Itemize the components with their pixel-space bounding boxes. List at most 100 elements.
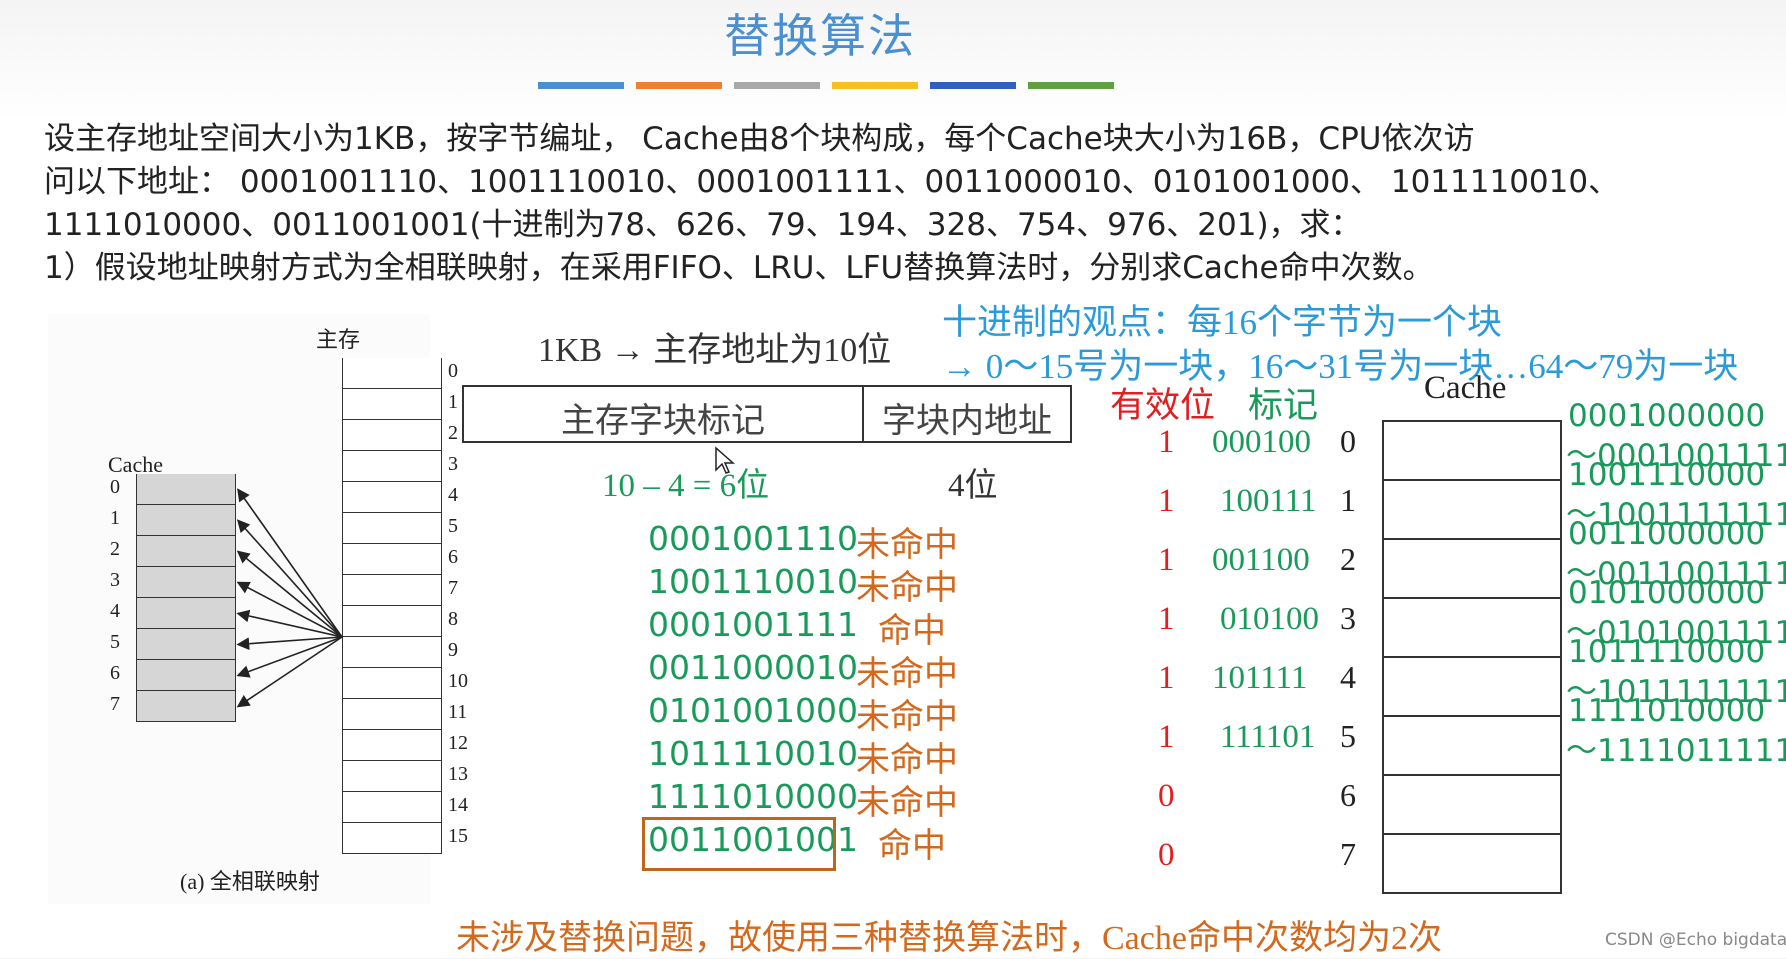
cache-valid-bit: 0 [1158,837,1175,873]
last-address-highlight [642,817,836,871]
cache-tag: 111101 [1220,719,1316,755]
cache-valid-bit: 1 [1158,542,1175,578]
tag-header: 标记 [1248,386,1319,425]
problem-line-3: 1111010000、0011001001(十进制为78、626、79、194、… [44,207,1362,243]
sequence-address: 1111010000 [648,777,858,816]
cache-valid-bit: 0 [1158,778,1175,814]
main-memory-block-number: 12 [448,732,468,754]
sequence-result: 未命中 [856,742,958,779]
mapping-arrow [236,581,343,638]
main-memory-block-number: 13 [448,763,468,785]
field-offset: 字块内地址 [882,403,1052,440]
conclusion: 未涉及替换问题，故使用三种替换算法时，Cache命中次数均为2次 [456,920,1442,957]
cache-title: Cache [1424,370,1507,406]
main-memory-block-number: 10 [448,670,468,692]
cache-index: 5 [1340,718,1356,754]
color-bar-gray [734,82,820,89]
cache-range-end: ～1111011111 [1566,733,1786,769]
main-memory-block-number: 14 [448,794,468,816]
main-memory-block-number: 11 [448,701,468,723]
cache-tag: 000100 [1212,424,1311,460]
mouse-cursor-icon [715,446,735,474]
main-memory-block-number: 4 [448,484,458,506]
color-bar-yellow [832,82,918,89]
cache-index: 2 [1340,541,1356,577]
sequence-result: 未命中 [856,527,958,564]
sequence-address: 0011000010 [648,648,858,687]
cache-line [1382,540,1562,599]
mapping-arrow [237,488,343,638]
offset-bits: 4位 [948,468,998,504]
sequence-result: 命中 [878,613,946,650]
main-memory-block-number: 2 [448,422,458,444]
cache-range-start: 0101000000 [1568,575,1766,611]
watermark: CSDN @Echo bigdata [1605,930,1786,950]
size-note: 1KB [538,332,603,369]
problem-line-2: 问以下地址： 0001001110、1001110010、0001001111、… [44,164,1620,200]
main-memory-block-number: 15 [448,825,468,847]
cache-range-start: 0001000000 [1568,398,1766,434]
main-memory-block-number: 5 [448,515,458,537]
sequence-result: 未命中 [856,656,958,693]
main-memory-block-number: 9 [448,639,458,661]
main-memory-block-number: 7 [448,577,458,599]
color-bar-green [1028,82,1114,89]
cache-tag: 010100 [1220,601,1319,637]
field-tag: 主存字块标记 [561,403,765,440]
problem-statement: 设主存地址空间大小为1KB，按字节编址， Cache由8个块构成，每个Cache… [44,118,1619,290]
cache-range-start: 1011110000 [1568,634,1766,670]
cache-line [1382,717,1562,776]
main-memory-block-number: 8 [448,608,458,630]
color-bar-darkblue [930,82,1016,89]
cache-line [1382,599,1562,658]
cache-line [1382,658,1562,717]
cache-valid-bit: 1 [1158,424,1175,460]
mapping-arrow [236,519,343,638]
cache-valid-bit: 1 [1158,719,1175,755]
cache-index: 7 [1340,836,1356,872]
size-result: 主存地址为10位 [653,332,892,369]
sequence-result: 未命中 [856,785,958,822]
arrow-icon: → [610,332,645,369]
cache-index: 0 [1340,423,1356,459]
sequence-result: 未命中 [856,570,958,607]
main-memory-block-number: 1 [448,391,458,413]
sequence-result: 未命中 [856,699,958,736]
cache-valid-bit: 1 [1158,483,1175,519]
problem-line-4: 1）假设地址映射方式为全相联映射，在采用FIFO、LRU、LFU替换算法时，分别… [44,250,1434,286]
cache-line [1382,422,1562,481]
size-note-line: 1KB → 主存地址为10位 [538,322,891,371]
cache-index: 3 [1340,600,1356,636]
cache-range-start: 1111010000 [1568,693,1766,729]
color-bar-blue [538,82,624,89]
fully-associative-figure: 主存 Cache 0 1 2 3 4 5 6 7 8 9 10 11 12 13 14 15 01234567… [48,314,468,904]
sequence-result: 命中 [878,828,946,865]
main-memory-block-number: 3 [448,453,458,475]
main-memory-block-number: 6 [448,546,458,568]
cache-line [1382,776,1562,835]
cache-index: 4 [1340,659,1356,695]
tag-bits: 10 – 4 = 6位 [602,468,770,504]
main-memory-block-number: 0 [448,360,458,382]
valid-header: 有效位 [1110,386,1216,425]
sequence-address: 1001110010 [648,562,858,601]
mapping-arrows [236,488,343,708]
color-bar-orange [636,82,722,89]
cache-tag: 100111 [1220,483,1317,519]
cache-index: 1 [1340,482,1356,518]
decimal-note-2: → 0～15号为一块，16～31号为一块…64～79为一块 [942,347,1739,386]
page-title: 替换算法 [724,9,916,63]
mapping-arrow [236,609,343,638]
cache-index: 6 [1340,777,1356,813]
cache-line [1382,835,1562,894]
cache-valid-bit: 1 [1158,601,1175,637]
cache-range-start: 1001110000 [1568,457,1766,493]
cache-tag: 101111 [1212,660,1308,696]
problem-line-1: 设主存地址空间大小为1KB，按字节编址， Cache由8个块构成，每个Cache… [44,121,1475,157]
cache-line [1382,481,1562,540]
cache-range-start: 0011000000 [1568,516,1766,552]
sequence-address: 0001001111 [648,605,858,644]
mapping-arrow [236,636,343,708]
figure-caption: (a) 全相联映射 [180,869,320,894]
cache-valid-bit: 1 [1158,660,1175,696]
